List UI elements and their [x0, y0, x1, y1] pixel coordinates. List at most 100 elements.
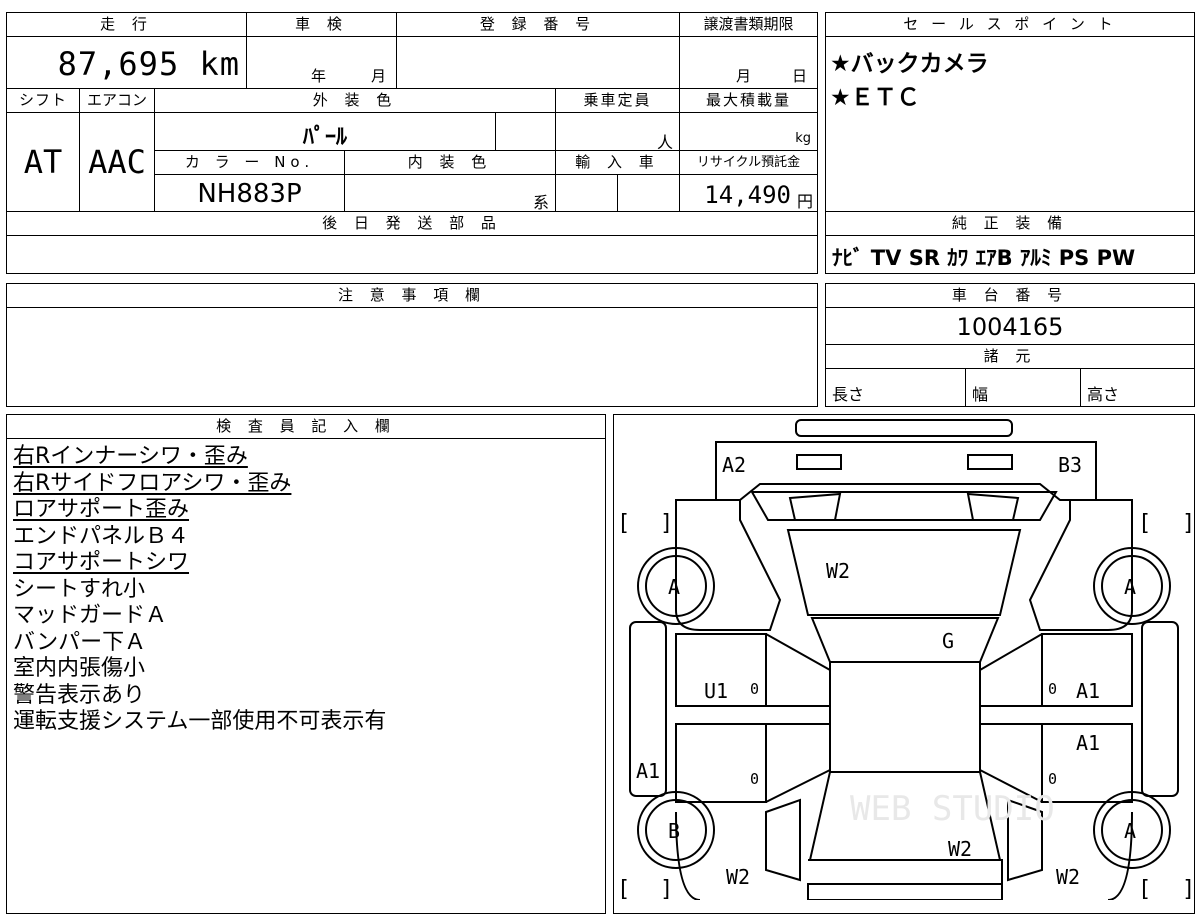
interior-header: 内 装 色: [344, 150, 556, 175]
mark-front-left-glass: W2: [726, 865, 750, 889]
mark-right-rear-door: A1: [1076, 679, 1100, 703]
inspection-month: 月: [371, 67, 387, 85]
bracket-open: [: [617, 511, 630, 536]
mark-wheel-fr: A: [1124, 819, 1136, 843]
note-item: ロアサポート歪み: [13, 497, 190, 522]
note-item: シートすれ小: [13, 576, 146, 602]
exterior-sub-cell: [495, 112, 556, 151]
shift-cell: AT: [6, 112, 80, 212]
exterior-value: ﾊﾟｰﾙ: [302, 125, 347, 150]
left-front-door: [675, 723, 767, 803]
bracket-close: ]: [660, 877, 673, 900]
maxload-unit: kg: [795, 131, 811, 146]
sales-point-1: ★バックカメラ: [830, 51, 989, 77]
bracket-close: ]: [1182, 877, 1195, 900]
color-no-label: カ ラ ー No.: [184, 153, 315, 171]
recycle-unit: 円: [796, 192, 813, 211]
interior-unit: 系: [532, 193, 549, 212]
mark-right-front-door: A1: [1076, 731, 1100, 755]
mileage-cell: 87,695 km: [6, 36, 247, 89]
mark-zero: 0: [750, 770, 759, 788]
hood: [808, 859, 1003, 900]
body-right: [1028, 499, 1133, 631]
caution-label: 注 意 事 項 欄: [337, 286, 487, 304]
mark-zero: 0: [1048, 680, 1057, 698]
mileage-label: 走 行: [100, 15, 153, 33]
import-header: 輸 入 車: [555, 150, 680, 175]
recycle-label: リサイクル預託金: [696, 155, 801, 170]
transfer-label: 譲渡書類期限: [703, 15, 794, 33]
inspector-label: 検 査 員 記 入 欄: [216, 417, 396, 435]
mark-wheel-rr: A: [1124, 575, 1136, 599]
exterior-header: 外 装 色: [154, 88, 556, 113]
inspection-cell: 年 月: [246, 36, 397, 89]
later-parts-label: 後 日 発 送 部 品: [322, 214, 502, 232]
shift-header: シフト: [6, 88, 80, 113]
inspector-header: 検 査 員 記 入 欄: [6, 414, 606, 439]
mark-left-sill: A1: [636, 759, 660, 783]
maxload-label: 最大積載量: [705, 91, 791, 109]
specs-width-cell: 幅: [965, 368, 1081, 407]
hatch-glass: [786, 529, 1022, 616]
mark-windshield: W2: [948, 837, 972, 861]
mark-roof: G: [942, 629, 954, 653]
later-parts-cell: [6, 235, 818, 274]
inspection-header: 車 検: [246, 12, 397, 37]
specs-label: 諸 元: [983, 347, 1037, 365]
mileage-header: 走 行: [6, 12, 247, 37]
mark-wheel-rl: A: [668, 575, 680, 599]
registration-cell: [396, 36, 680, 89]
chassis-label: 車 台 番 号: [951, 286, 1069, 304]
right-sill: [1141, 621, 1179, 797]
specs-height: 高さ: [1087, 385, 1120, 404]
transfer-month: 月: [736, 67, 752, 85]
transfer-cell: 月 日: [679, 36, 818, 89]
color-no-cell: NH883P: [154, 174, 345, 212]
bracket-open: [: [1138, 511, 1151, 536]
note-item: 室内内張傷小: [13, 656, 146, 681]
specs-length-cell: 長さ: [825, 368, 966, 407]
mark-rear-glass: W2: [826, 559, 850, 583]
mark-front-right-glass: W2: [1056, 865, 1080, 889]
import-cell-b: [617, 174, 680, 212]
registration-header: 登 録 番 号: [396, 12, 680, 37]
sales-point-label: セ ー ル ス ポ イ ン ト: [903, 15, 1117, 33]
equipment-label: 純 正 装 備: [951, 214, 1069, 232]
roof: [810, 617, 1000, 663]
chassis-cell: 1004165: [825, 307, 1195, 345]
exterior-label: 外 装 色: [312, 91, 398, 109]
specs-length: 長さ: [832, 385, 865, 404]
note-item: 右Rサイドフロアシワ・歪み: [13, 470, 292, 496]
capacity-label: 乗車定員: [583, 91, 652, 109]
interior-label: 内 装 色: [407, 153, 493, 171]
equipment-value: ﾅﾋﾞ TV SR ｶﾜ ｴｱB ｱﾙﾐ PS PW: [832, 246, 1136, 270]
caution-header: 注 意 事 項 欄: [6, 283, 818, 308]
bracket-open: [: [617, 877, 630, 900]
rear-window: [750, 491, 1058, 521]
mark-zero: 0: [750, 680, 759, 698]
interior-cell: 系: [344, 174, 556, 212]
later-parts-header: 後 日 発 送 部 品: [6, 211, 818, 236]
inspector-notes: 右Rインナーシワ・歪み 右Rサイドフロアシワ・歪み ロアサポート歪み エンドパネ…: [13, 444, 386, 736]
ac-cell: AAC: [79, 112, 155, 212]
mark-left-rear-door: U1: [704, 679, 728, 703]
rear-spoiler: [795, 419, 1013, 437]
sales-point-header: セ ー ル ス ポ イ ン ト: [825, 12, 1195, 37]
mark-zero: 0: [1048, 770, 1057, 788]
note-item: エンドパネルＢ４: [13, 523, 190, 549]
front-left-glass: [765, 798, 801, 882]
recycle-header: リサイクル預託金: [679, 150, 818, 175]
mark-wheel-fl: B: [668, 819, 680, 843]
note-item: マッドガードＡ: [13, 603, 168, 628]
rear-window-inner-right: [966, 492, 1020, 521]
equipment-cell: ﾅﾋﾞ TV SR ｶﾜ ｴｱB ｱﾙﾐ PS PW: [825, 235, 1195, 274]
rear-window-inner-left: [788, 492, 842, 521]
maxload-cell: kg: [679, 112, 818, 151]
bracket-close: ]: [660, 511, 673, 536]
sales-point-2: ★ＥＴＣ: [830, 85, 920, 111]
note-item: 運転支援システム一部使用不可表示有: [13, 709, 387, 734]
equipment-header: 純 正 装 備: [825, 211, 1195, 236]
inspection-label: 車 検: [295, 15, 348, 33]
specs-height-cell: 高さ: [1080, 368, 1195, 407]
recycle-cell: 14,490 円: [679, 174, 818, 212]
